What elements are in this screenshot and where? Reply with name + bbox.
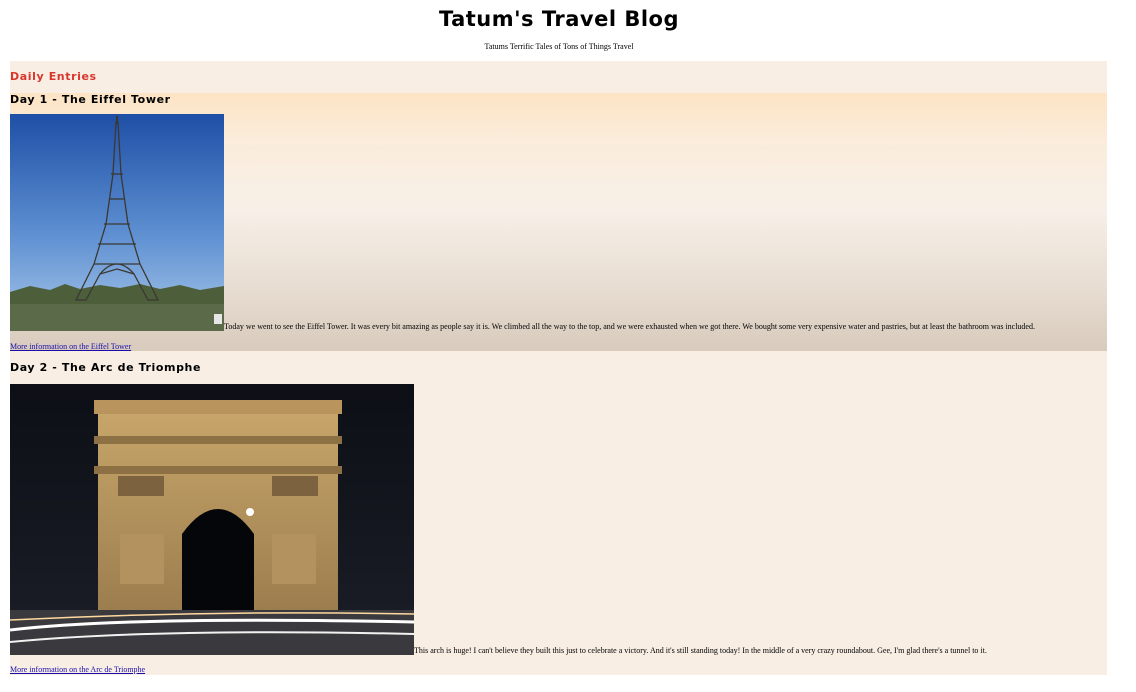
- entry-body: Today we went to see the Eiffel Tower. I…: [10, 114, 1035, 331]
- section-heading: Daily Entries: [10, 70, 97, 83]
- entry-body: This arch is huge! I can't believe they …: [10, 384, 987, 655]
- eiffel-tower-info-link[interactable]: More information on the Eiffel Tower: [10, 342, 131, 351]
- daily-entries-panel: Daily Entries Day 1 - The Eiffel Tower T…: [10, 61, 1107, 675]
- site-subtitle: Tatums Terrific Tales of Tons of Things …: [484, 42, 634, 51]
- entry-title: Day 1 - The Eiffel Tower: [10, 93, 171, 106]
- arc-de-triomphe-info-link[interactable]: More information on the Arc de Triomphe: [10, 665, 145, 674]
- arc-de-triomphe-photo: [10, 384, 414, 655]
- site-header: Tatum's Travel Blog Tatums Terrific Tale…: [0, 0, 1118, 61]
- entry-text: Today we went to see the Eiffel Tower. I…: [224, 322, 1035, 331]
- entry-day-1: Day 1 - The Eiffel Tower Today we went t…: [10, 93, 1107, 351]
- site-title: Tatum's Travel Blog: [438, 7, 680, 31]
- eiffel-tower-photo: [10, 114, 224, 331]
- entry-text: This arch is huge! I can't believe they …: [414, 646, 987, 655]
- entry-title: Day 2 - The Arc de Triomphe: [10, 361, 202, 374]
